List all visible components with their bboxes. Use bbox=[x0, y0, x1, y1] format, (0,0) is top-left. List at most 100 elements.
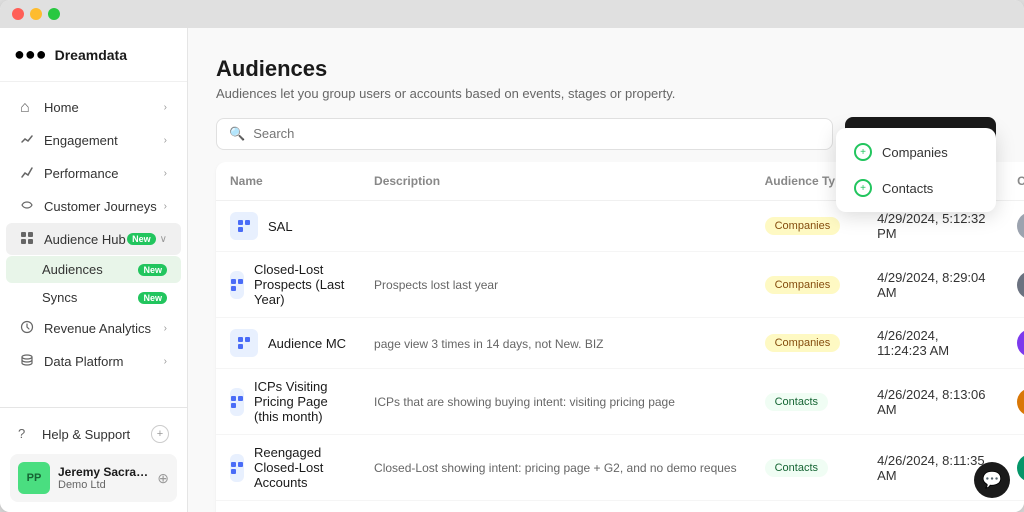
app-window: ●●● Dreamdata ⌂ Home › Engagement › bbox=[0, 0, 1024, 512]
row-description: page view 3 times in 14 days, not New. B… bbox=[360, 318, 751, 369]
row-description: Prospects lost last year bbox=[360, 252, 751, 318]
sidebar-logo: ●●● Dreamdata bbox=[0, 28, 187, 82]
sidebar-item-label: Audience Hub bbox=[44, 232, 127, 247]
row-created-on: 4/26/2024, 8:13:06 AM bbox=[863, 369, 1003, 435]
col-name: Name bbox=[216, 162, 360, 201]
table-row: Audience MC page view 3 times in 14 days… bbox=[216, 318, 1024, 369]
search-box[interactable]: 🔍 bbox=[216, 118, 833, 150]
table-row: ICPs Visiting Pricing Page (this month) … bbox=[216, 369, 1024, 435]
row-name: SAL bbox=[268, 219, 293, 234]
row-audience-type: Contacts bbox=[751, 501, 863, 512]
sidebar-nav: ⌂ Home › Engagement › Perf bbox=[0, 82, 187, 407]
chevron-icon: › bbox=[164, 201, 167, 212]
page-title: Audiences bbox=[216, 56, 996, 82]
search-input[interactable] bbox=[253, 126, 820, 141]
row-name-cell: ICPs Visiting Pricing Page (this month) bbox=[216, 369, 360, 435]
user-name: Jeremy Sacram... bbox=[58, 465, 149, 479]
avatar: J bbox=[1017, 454, 1024, 482]
sidebar-item-customer-journeys[interactable]: Customer Journeys › bbox=[6, 190, 181, 222]
row-created-by: J bbox=[1003, 252, 1024, 318]
user-card: PP Jeremy Sacram... Demo Ltd ⊕ bbox=[10, 454, 177, 502]
row-name-cell: Closed-Lost Prospects (Last Year) bbox=[216, 252, 360, 318]
sidebar-item-home[interactable]: ⌂ Home › bbox=[6, 91, 181, 123]
row-created-on: 4/26/2024, 7:51:33 AM bbox=[863, 501, 1003, 512]
row-created-by: J bbox=[1003, 318, 1024, 369]
sidebar-item-performance[interactable]: Performance › bbox=[6, 157, 181, 189]
row-name-cell: Audience MC bbox=[216, 318, 360, 369]
sidebar-subitem-audiences[interactable]: Audiences New bbox=[6, 256, 181, 283]
new-badge: New bbox=[127, 233, 156, 245]
avatar: J bbox=[1017, 271, 1024, 299]
chevron-icon: › bbox=[164, 323, 167, 334]
sidebar-item-audience-hub[interactable]: Audience Hub New ∨ bbox=[6, 223, 181, 255]
row-description: ICPs that are showing buying intent: vis… bbox=[360, 369, 751, 435]
dropdown-item-companies[interactable]: + Companies bbox=[842, 134, 990, 170]
new-badge: New bbox=[138, 264, 167, 276]
sidebar-item-label: Performance bbox=[44, 166, 164, 181]
sidebar-item-revenue-analytics[interactable]: Revenue Analytics › bbox=[6, 312, 181, 344]
dropdown-item-contacts[interactable]: + Contacts bbox=[842, 170, 990, 206]
table-container: Name Description Audience Type Created o… bbox=[188, 162, 1024, 512]
avatar: J bbox=[1017, 388, 1024, 416]
row-icon bbox=[230, 271, 244, 299]
sidebar: ●●● Dreamdata ⌂ Home › Engagement › bbox=[0, 28, 188, 512]
row-audience-type: Companies bbox=[751, 252, 863, 318]
sidebar-item-data-platform[interactable]: Data Platform › bbox=[6, 345, 181, 377]
sidebar-item-label: Customer Journeys bbox=[44, 199, 164, 214]
table-row: Closed-Lost Prospects (Last Year) Prospe… bbox=[216, 252, 1024, 318]
chat-bubble-button[interactable]: 💬 bbox=[974, 462, 1010, 498]
row-icon bbox=[230, 388, 244, 416]
row-name: ICPs Visiting Pricing Page (this month) bbox=[254, 379, 346, 424]
performance-icon bbox=[20, 165, 36, 181]
row-description bbox=[360, 201, 751, 252]
chevron-icon: › bbox=[164, 102, 167, 113]
logo-text: Dreamdata bbox=[55, 47, 127, 63]
row-icon bbox=[230, 329, 258, 357]
row-created-by: J bbox=[1003, 201, 1024, 252]
col-created-by: Created ( bbox=[1003, 162, 1024, 201]
chat-icon: 💬 bbox=[982, 470, 1002, 490]
row-audience-type: Companies bbox=[751, 318, 863, 369]
audience-hub-icon bbox=[20, 231, 36, 247]
help-action-icon[interactable]: + bbox=[151, 425, 169, 443]
row-name-cell: Audience Hub Super Users bbox=[216, 501, 360, 512]
revenue-icon bbox=[20, 320, 36, 336]
minimize-button[interactable] bbox=[30, 8, 42, 20]
row-created-by: J bbox=[1003, 369, 1024, 435]
close-button[interactable] bbox=[12, 8, 24, 20]
row-name: Closed-Lost Prospects (Last Year) bbox=[254, 262, 346, 307]
chevron-icon: › bbox=[164, 168, 167, 179]
user-company: Demo Ltd bbox=[58, 479, 149, 491]
row-name-cell: Reengaged Closed-Lost Accounts bbox=[216, 435, 360, 501]
home-icon: ⌂ bbox=[20, 99, 36, 115]
help-label: Help & Support bbox=[42, 427, 151, 442]
titlebar bbox=[0, 0, 1024, 28]
row-name-cell: SAL bbox=[216, 201, 360, 252]
page-header: Audiences Audiences let you group users … bbox=[188, 28, 1024, 117]
maximize-button[interactable] bbox=[48, 8, 60, 20]
help-support-item[interactable]: ? Help & Support + bbox=[10, 418, 177, 450]
row-audience-type: Contacts bbox=[751, 435, 863, 501]
table-row: Audience Hub Super Users Users viewing t… bbox=[216, 501, 1024, 512]
dropdown-label-contacts: Contacts bbox=[882, 181, 933, 196]
dropdown-label-companies: Companies bbox=[882, 145, 948, 160]
row-icon bbox=[230, 454, 244, 482]
contacts-icon: + bbox=[854, 179, 872, 197]
row-name: Reengaged Closed-Lost Accounts bbox=[254, 445, 346, 490]
sidebar-footer: ? Help & Support + PP Jeremy Sacram... D… bbox=[0, 407, 187, 512]
row-name: Audience MC bbox=[268, 336, 346, 351]
row-icon bbox=[230, 212, 258, 240]
main-content: Audiences Audiences let you group users … bbox=[188, 28, 1024, 512]
subitem-label: Syncs bbox=[42, 290, 130, 305]
help-icon: ? bbox=[18, 426, 34, 442]
user-info: Jeremy Sacram... Demo Ltd bbox=[58, 465, 149, 491]
user-settings-icon[interactable]: ⊕ bbox=[157, 470, 169, 487]
sidebar-item-label: Revenue Analytics bbox=[44, 321, 164, 336]
sidebar-item-label: Data Platform bbox=[44, 354, 164, 369]
sidebar-item-engagement[interactable]: Engagement › bbox=[6, 124, 181, 156]
row-created-on: 4/29/2024, 8:29:04 AM bbox=[863, 252, 1003, 318]
row-created-by: J bbox=[1003, 501, 1024, 512]
sidebar-subitem-syncs[interactable]: Syncs New bbox=[6, 284, 181, 311]
chevron-icon: › bbox=[164, 135, 167, 146]
logo-icon: ●●● bbox=[14, 44, 47, 65]
